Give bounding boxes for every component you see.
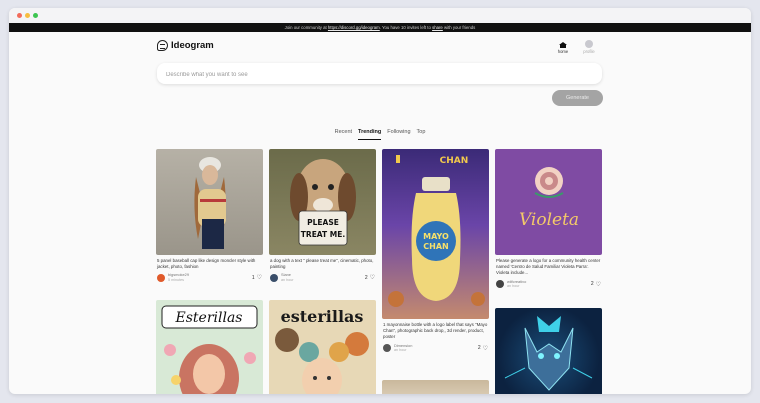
share-link[interactable]: share <box>432 25 443 30</box>
prompt-text: 1 mayonnaise bottle with a logo label th… <box>383 322 488 340</box>
prompt-search-box <box>157 63 602 86</box>
heart-icon: ♡ <box>256 275 262 282</box>
avatar[interactable] <box>157 273 165 282</box>
nav-home-label: home <box>557 49 569 54</box>
username[interactable]: Siane an hour <box>281 273 294 282</box>
generated-image[interactable]: CHAN MAYO CHAN <box>382 149 489 319</box>
violeta-logo: Violeta <box>519 210 579 230</box>
image-card[interactable]: CHAN MAYO CHAN 1 mayonnaise bottle with … <box>382 149 489 353</box>
card-meta: Dimension an hour 2 ♡ <box>382 343 489 353</box>
generated-image[interactable] <box>156 149 263 255</box>
generated-image[interactable]: esterillas <box>269 300 376 394</box>
like-button[interactable]: 2 ♡ <box>591 281 601 288</box>
username[interactable]: wilfcreativo an hour <box>507 279 526 289</box>
tab-following[interactable]: Following <box>387 129 410 140</box>
like-button[interactable]: 2 ♡ <box>478 345 488 352</box>
image-card[interactable] <box>495 308 602 394</box>
svg-text:PLEASE: PLEASE <box>307 218 339 227</box>
nav-home[interactable]: home <box>554 40 572 54</box>
nav-profile[interactable]: profile <box>580 40 598 54</box>
image-card[interactable] <box>382 380 489 394</box>
tab-recent[interactable]: Recent <box>335 129 352 140</box>
avatar[interactable] <box>383 344 391 353</box>
generated-image[interactable] <box>495 308 602 394</box>
heart-icon: ♡ <box>482 345 488 352</box>
esterillas-logo: Esterillas <box>175 310 243 326</box>
prompt-text: 5 panel baseball cap like design moncler… <box>157 258 256 270</box>
generated-image[interactable] <box>382 380 489 394</box>
header: Ideogram home profile <box>9 32 751 60</box>
svg-text:CHAN: CHAN <box>440 156 469 166</box>
profile-icon <box>585 40 593 48</box>
title-bar <box>9 8 751 23</box>
generated-image[interactable]: Esterillas <box>156 300 263 394</box>
like-button[interactable]: 1 ♡ <box>252 274 262 282</box>
prompt-text: Please generate a logo for a community h… <box>496 258 601 276</box>
logo-text: Ideogram <box>171 40 214 51</box>
esterillas-title: esterillas <box>281 307 364 326</box>
discord-link[interactable]: https://discord.gg/ideogram <box>328 25 380 30</box>
image-card[interactable]: PLEASE TREAT ME. a dog with a text " ple… <box>269 149 376 282</box>
logo[interactable]: Ideogram <box>157 40 214 51</box>
banner-suffix: with your friends <box>444 25 476 30</box>
generate-button[interactable]: Generate <box>552 90 603 106</box>
image-card[interactable]: Esterillas <box>156 300 263 394</box>
username[interactable]: Dimension an hour <box>394 343 412 353</box>
generated-image[interactable]: PLEASE TREAT ME. <box>269 149 376 255</box>
heart-icon: ♡ <box>595 281 601 288</box>
image-card[interactable]: Violeta Please generate a logo for a com… <box>495 149 602 289</box>
prompt-input[interactable] <box>157 64 602 86</box>
tab-top[interactable]: Top <box>417 129 426 140</box>
image-card[interactable]: esterillas <box>269 300 376 394</box>
card-meta: Siane an hour 2 ♡ <box>269 273 376 282</box>
like-button[interactable]: 2 ♡ <box>365 274 375 282</box>
announcement-banner: Join our community at https://discord.gg… <box>9 23 751 32</box>
minimize-window-button[interactable] <box>25 13 30 18</box>
feed-tabs: Recent Trending Following Top <box>9 129 751 140</box>
tab-trending[interactable]: Trending <box>358 129 382 140</box>
card-meta: bigsmoke29 5 minutes 1 ♡ <box>156 273 263 282</box>
svg-text:CHAN: CHAN <box>423 242 448 251</box>
username[interactable]: bigsmoke29 5 minutes <box>168 273 189 282</box>
avatar[interactable] <box>496 280 504 289</box>
prompt-text: a dog with a text " please treat me", ci… <box>270 258 374 270</box>
close-window-button[interactable] <box>17 13 22 18</box>
image-card[interactable]: 5 panel baseball cap like design moncler… <box>156 149 263 282</box>
generated-image[interactable]: Violeta <box>495 149 602 255</box>
nav-profile-label: profile <box>583 49 595 54</box>
banner-prefix: Join our community at <box>284 25 327 30</box>
heart-icon: ♡ <box>369 275 375 282</box>
avatar[interactable] <box>270 273 278 282</box>
maximize-window-button[interactable] <box>33 13 38 18</box>
ideogram-logo-icon <box>157 40 168 51</box>
banner-middle: . You have 10 invites left to <box>379 25 431 30</box>
browser-window: Join our community at https://discord.gg… <box>9 8 751 394</box>
card-meta: wilfcreativo an hour 2 ♡ <box>495 279 602 289</box>
svg-text:TREAT ME.: TREAT ME. <box>301 230 346 239</box>
svg-text:MAYO: MAYO <box>423 232 449 241</box>
